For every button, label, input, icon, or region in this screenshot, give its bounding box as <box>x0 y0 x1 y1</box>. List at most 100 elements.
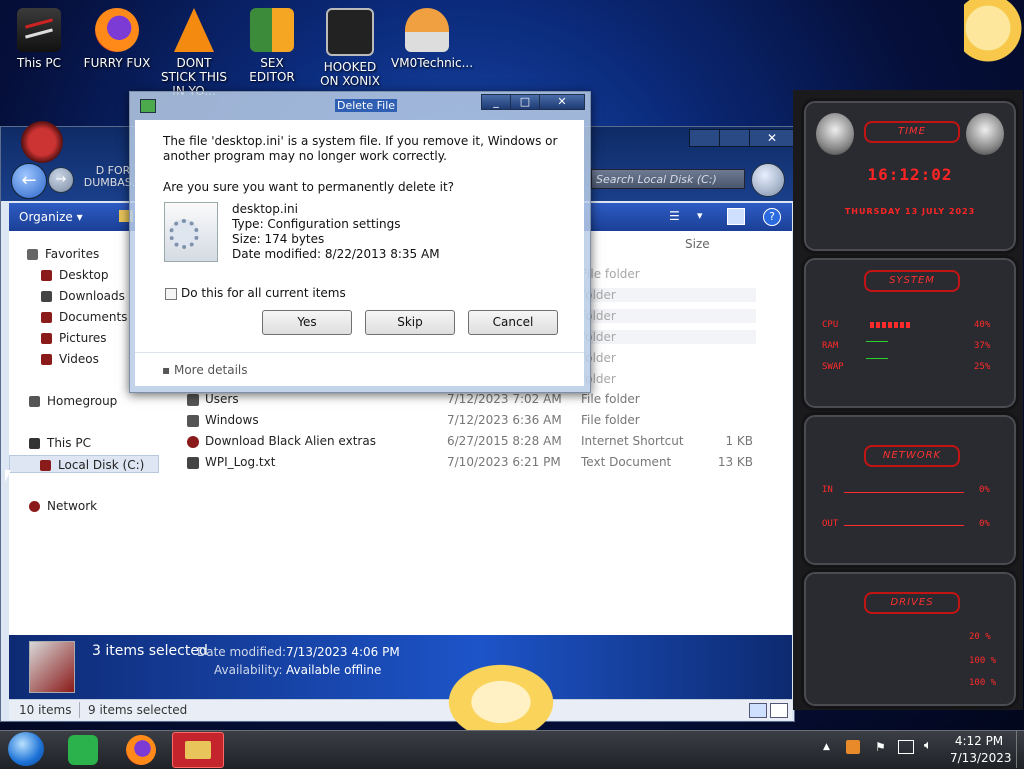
table-row[interactable]: Windows 7/12/2023 6:36 AM File folder <box>187 411 777 430</box>
chevron-down-icon[interactable]: ▾ <box>697 209 703 222</box>
computer-icon <box>17 8 61 52</box>
time-title: TIME <box>864 121 960 143</box>
cancel-button[interactable]: Cancel <box>468 310 558 335</box>
explorer-max-button[interactable] <box>719 129 751 147</box>
tray-app-icon[interactable] <box>846 740 860 754</box>
sidebar-item-videos[interactable]: Videos <box>41 350 99 368</box>
folder-icon <box>187 393 199 406</box>
swap-graph-line <box>866 358 888 359</box>
search-input[interactable]: Search Local Disk (C:) <box>591 169 745 189</box>
desktop-icon-label: This PC <box>17 56 61 70</box>
drive-value: 100 % <box>969 678 997 688</box>
view-options-icon[interactable]: ☰ <box>669 209 683 225</box>
ram-value: 37% <box>974 341 991 351</box>
ram-graph-line <box>866 341 888 342</box>
desktop-icon-label: SEX EDITOR <box>249 56 295 84</box>
taskbar-notes-icon[interactable] <box>68 735 98 765</box>
desktop-icon-this-pc[interactable]: This PC <box>3 8 75 70</box>
file-date: 6/27/2015 8:28 AM <box>447 434 562 448</box>
xonix-icon <box>326 8 374 56</box>
selected-count: 9 items selected <box>88 703 188 717</box>
file-type: Type: Configuration settings <box>232 217 401 231</box>
file-name: WPI_Log.txt <box>205 455 276 469</box>
dialog-minimize-button[interactable]: _ <box>481 94 511 110</box>
taskbar-explorer-button[interactable] <box>172 732 224 768</box>
help-icon[interactable]: ? <box>763 208 781 226</box>
table-row[interactable]: WPI_Log.txt 7/10/2023 6:21 PM Text Docum… <box>187 453 777 472</box>
details-view-icon[interactable] <box>749 703 767 718</box>
start-button[interactable] <box>8 732 44 766</box>
dialog-close-button[interactable]: ✕ <box>539 94 585 110</box>
apply-all-checkbox[interactable] <box>165 288 177 300</box>
cartoon-sticker-top-right <box>964 0 1024 70</box>
selection-files-icon <box>29 641 75 693</box>
ghost-type: folder <box>581 330 756 344</box>
back-button[interactable]: ← <box>11 163 47 199</box>
apply-all-label[interactable]: Do this for all current items <box>181 286 346 300</box>
sidebar-item-network[interactable]: Network <box>29 497 97 515</box>
column-header-size[interactable]: Size <box>685 237 710 251</box>
taskbar-clock-date[interactable]: 7/13/2023 <box>950 751 1012 765</box>
sidebar-item-homegroup[interactable]: Homegroup <box>29 392 117 410</box>
network-title: NETWORK <box>864 445 960 467</box>
sidebar-item-documents[interactable]: Documents <box>41 308 127 326</box>
sidebar-item-this-pc[interactable]: This PC <box>29 434 91 452</box>
net-in-graph <box>844 492 964 493</box>
file-name-cell: Download Black Alien extras <box>187 432 376 451</box>
sidebar-item-favorites[interactable]: Favorites <box>27 245 99 263</box>
desktop-icon-sex-editor[interactable]: SEX EDITOR <box>236 8 308 84</box>
details-pane: 3 items selected Date modified: 7/13/202… <box>9 635 792 699</box>
bullet-icon: ▪ <box>162 363 171 377</box>
file-name: Download Black Alien extras <box>205 434 376 448</box>
cpu-label: CPU <box>822 320 839 330</box>
chevron-down-icon: ▾ <box>76 210 83 224</box>
organize-button[interactable]: Organize ▾ <box>19 203 83 231</box>
sidebar-item-desktop[interactable]: Desktop <box>41 266 109 284</box>
firefox-icon <box>95 8 139 52</box>
cpu-value: 40% <box>974 320 991 330</box>
search-icon[interactable] <box>751 163 785 197</box>
explorer-min-button[interactable] <box>689 129 721 147</box>
documents-icon <box>41 312 52 323</box>
network-status-icon[interactable] <box>898 740 914 754</box>
sidebar-item-label: Pictures <box>59 331 107 345</box>
dialog-divider <box>135 352 584 353</box>
action-center-flag-icon[interactable]: ⚑ <box>875 740 886 754</box>
desktop-icon-xonix[interactable]: HOOKED ON XONIX <box>314 8 386 88</box>
sidebar-item-label: Local Disk (C:) <box>58 458 145 472</box>
sidebar-item-downloads[interactable]: Downloads <box>41 287 125 305</box>
explorer-close-button[interactable]: ✕ <box>749 129 795 147</box>
skip-button[interactable]: Skip <box>365 310 455 335</box>
taskbar-firefox-icon[interactable] <box>126 735 156 765</box>
net-out-label: OUT <box>822 519 839 529</box>
more-details-label: More details <box>173 363 248 377</box>
taskbar-clock-time[interactable]: 4:12 PM <box>950 734 1008 748</box>
cartoon-sticker-center <box>442 660 560 730</box>
back-arrow-icon: ← <box>21 170 37 191</box>
dialog-maximize-button[interactable]: □ <box>510 94 540 110</box>
sidebar-item-local-disk[interactable]: Local Disk (C:) <box>9 455 159 473</box>
thumbnail-view-icon[interactable] <box>770 703 788 718</box>
show-desktop-button[interactable] <box>1016 730 1024 768</box>
desktop-icon-vm0[interactable]: VM0Technic... <box>391 8 473 70</box>
sidebar-item-pictures[interactable]: Pictures <box>41 329 107 347</box>
table-row[interactable]: Download Black Alien extras 6/27/2015 8:… <box>187 432 777 451</box>
availability-label: Availability: <box>214 663 283 677</box>
show-hidden-icons-icon[interactable]: ▲ <box>823 742 830 752</box>
desktop-icon-label: FURRY FUX <box>83 56 151 70</box>
status-divider <box>79 702 80 718</box>
forward-button[interactable]: → <box>48 167 74 193</box>
volume-icon[interactable]: 🔈︎ <box>924 738 932 753</box>
dialog-question: Are you sure you want to permanently del… <box>163 180 455 194</box>
time-panel: TIME 16:12:02 THURSDAY 13 JULY 2023 <box>801 98 1019 254</box>
items-selected-text: 3 items selected <box>92 643 208 659</box>
more-details-toggle[interactable]: ▪ More details <box>162 363 248 377</box>
yes-button[interactable]: Yes <box>262 310 352 335</box>
desktop-icon-firefox[interactable]: FURRY FUX <box>81 8 153 70</box>
preview-pane-icon[interactable] <box>727 208 745 225</box>
file-size: 13 KB <box>717 455 753 469</box>
desktop-icon-vlc[interactable]: DONT STICK THIS IN YO... <box>158 8 230 98</box>
file-name-cell: Windows <box>187 411 259 430</box>
sidebar-item-label: Documents <box>59 310 128 324</box>
drives-panel: DRIVES 20 % 100 % 100 % <box>801 569 1019 709</box>
